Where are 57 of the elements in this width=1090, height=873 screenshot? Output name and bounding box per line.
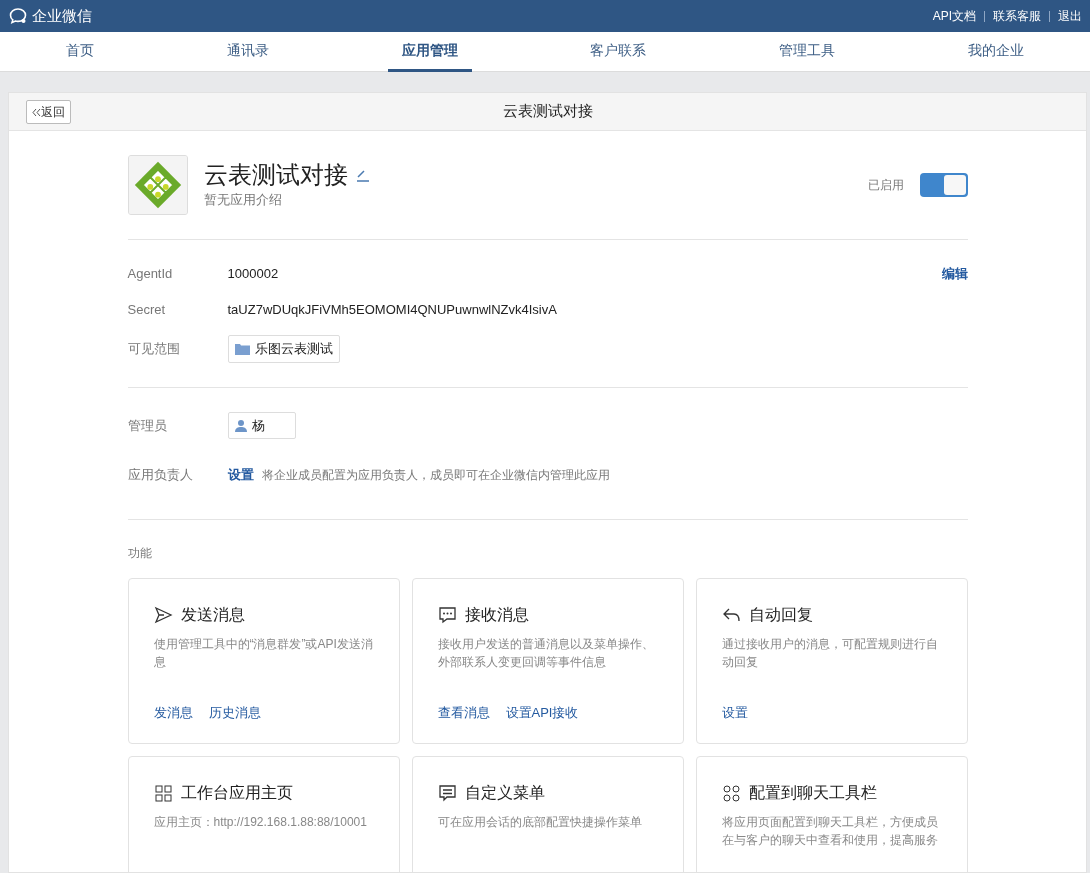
brand-name: 企业微信 [32, 5, 92, 26]
back-button[interactable]: 返回 [26, 99, 71, 124]
settings-link[interactable]: 设置 [227, 465, 254, 485]
card-title: 工作台应用主页 [180, 782, 293, 803]
card-link[interactable]: 设置API接收 [505, 703, 579, 723]
status-label: 已启用 [867, 177, 904, 194]
nav-tab[interactable]: 客户联系 [576, 32, 661, 72]
app-description: 暂无应用介绍 [203, 190, 283, 209]
nav-tab[interactable]: 应用管理 [387, 32, 472, 72]
field-value: taUZ7wDUqkJFiVMh5EOMOMI4QNUPuwnwlNZvk4IsivA [227, 300, 557, 319]
tools-icon [721, 783, 741, 802]
app-name: 云表测试对接 [203, 160, 348, 190]
edit-link[interactable]: 编辑 [941, 264, 968, 284]
nav-tab[interactable]: 管理工具 [764, 32, 849, 72]
department-chip: 乐图云表测试 [227, 335, 340, 363]
nav-tab[interactable]: 通讯录 [213, 32, 283, 72]
menu-icon [437, 783, 457, 802]
send-icon [153, 605, 173, 624]
field-label: 可见范围 [127, 340, 181, 358]
enable-toggle[interactable] [919, 173, 968, 197]
grid-icon [153, 783, 173, 802]
chat-bubble-icon [8, 7, 28, 25]
field-label: Secret [127, 300, 167, 319]
section-title: 功能 [127, 544, 153, 562]
card-description: 可在应用会话的底部配置快捷操作菜单 [437, 813, 643, 831]
field-label: AgentId [127, 265, 174, 283]
chat-icon [437, 605, 457, 624]
field-label: 应用负责人 [127, 466, 194, 484]
field-value: 1000002 [227, 265, 279, 283]
member-chip: 杨 [227, 411, 296, 439]
folder-icon [234, 342, 250, 355]
nav-tab[interactable]: 首页 [52, 32, 109, 72]
top-link[interactable]: 联系客服 [993, 7, 1041, 25]
card-description: 使用管理工具中的“消息群发”或API发送消息 [153, 635, 374, 672]
card-description: 通过接收用户的消息，可配置规则进行自动回复 [721, 635, 939, 672]
top-link[interactable]: API文档 [932, 7, 976, 25]
card-title: 自定义菜单 [464, 782, 545, 803]
card-description: 接收用户发送的普通消息以及菜单操作、外部联系人变更回调等事件信息 [437, 635, 655, 672]
card-link[interactable]: 发消息 [153, 703, 193, 723]
double-chevron-icon [32, 107, 41, 117]
edit-icon[interactable] [355, 168, 370, 183]
top-link[interactable]: 退出 [1058, 7, 1082, 25]
card-title: 自动回复 [748, 604, 813, 625]
card-description: 将应用页面配置到聊天工具栏，方便成员在与客户的聊天中查看和使用，提高服务 [721, 813, 939, 850]
card-title: 发送消息 [180, 604, 245, 625]
card-description: 应用主页：http://192.168.1.88:88/10001 [153, 813, 368, 831]
card-title: 配置到聊天工具栏 [748, 782, 877, 803]
field-label: 管理员 [127, 416, 168, 435]
card-link[interactable]: 历史消息 [208, 703, 261, 723]
page-title: 云表测试对接 [502, 101, 593, 122]
person-icon [234, 418, 247, 432]
card-link[interactable]: 查看消息 [437, 703, 490, 723]
hint-text: 将企业成员配置为应用负责人，成员即可在企业微信内管理此应用 [261, 466, 610, 484]
app-logo-icon [127, 155, 188, 215]
nav-tab[interactable]: 我的企业 [953, 32, 1038, 72]
card-title: 接收消息 [464, 604, 529, 625]
card-link[interactable]: 设置 [721, 703, 748, 723]
